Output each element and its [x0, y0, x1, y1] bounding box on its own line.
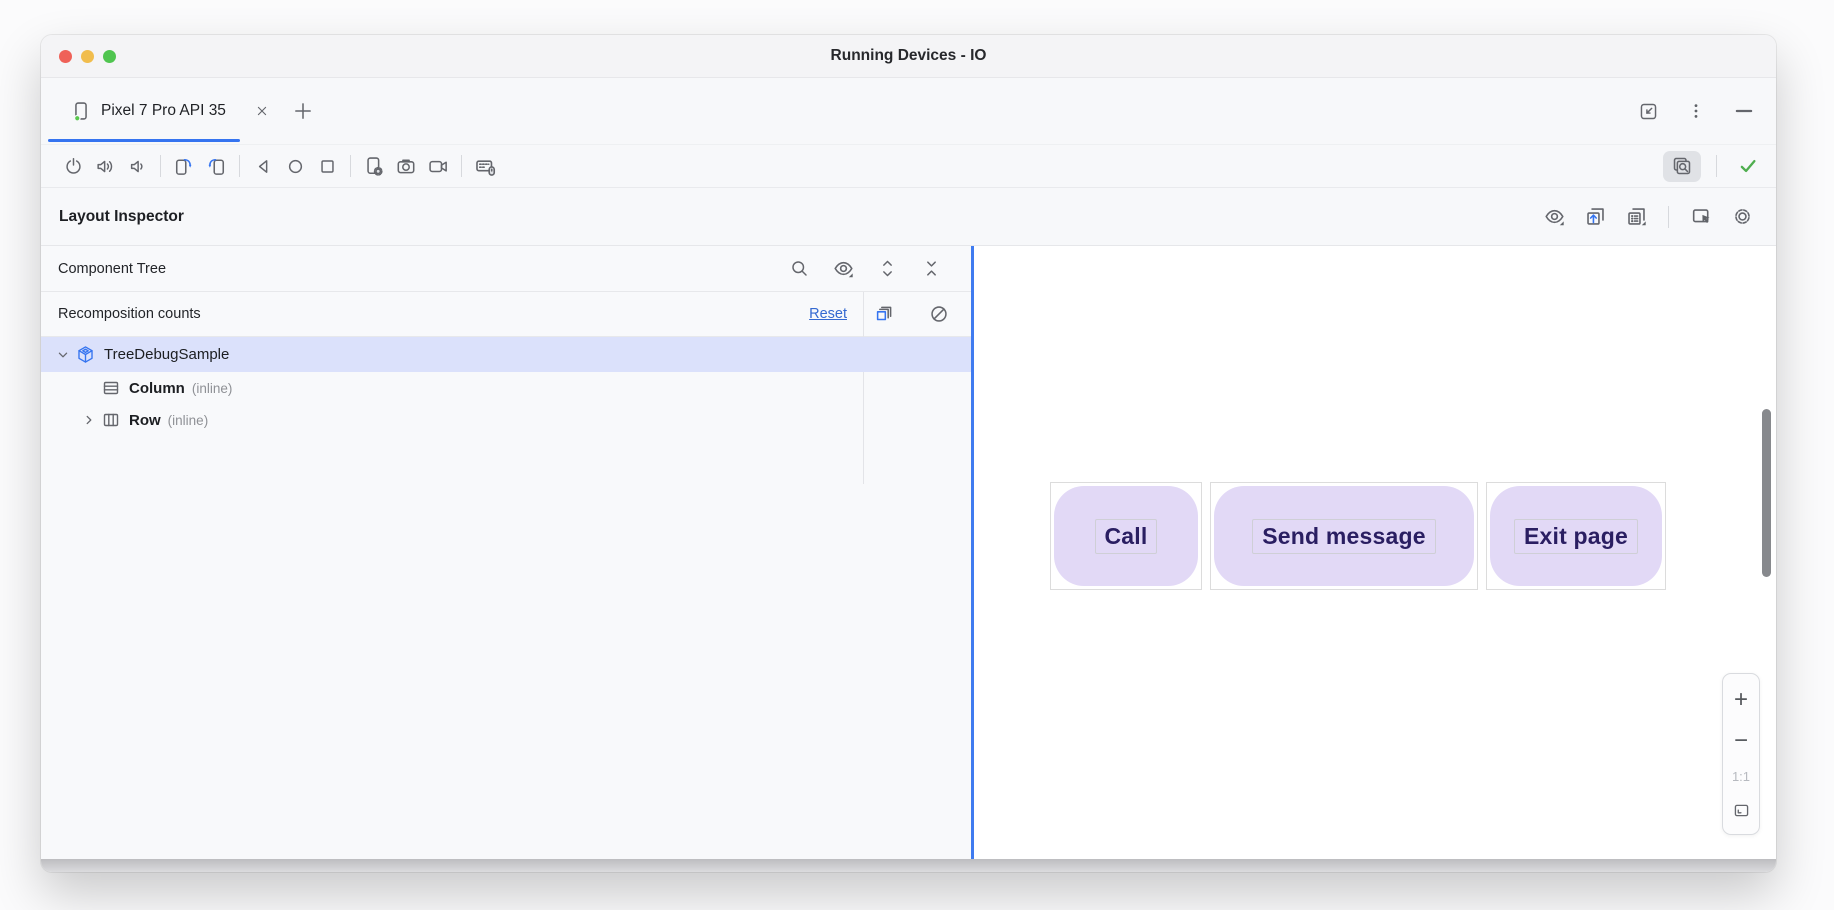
device-screen-panel: Call Send message Exit page — [974, 246, 1776, 859]
record-screen-icon[interactable] — [422, 151, 454, 181]
chevron-down-icon[interactable] — [53, 346, 73, 364]
row-layout-icon — [101, 410, 121, 430]
title-bar: Running Devices - IO — [41, 35, 1776, 78]
close-window-button[interactable] — [59, 50, 72, 63]
volume-down-icon[interactable] — [121, 151, 153, 181]
layer-options-icon[interactable] — [1620, 202, 1652, 232]
add-tab-button[interactable] — [292, 100, 314, 122]
layout-inspector-title: Layout Inspector — [59, 208, 184, 226]
layout-bounds-box: Exit page — [1486, 482, 1666, 590]
volume-up-icon[interactable] — [89, 151, 121, 181]
tree-row-row[interactable]: Row (inline) — [41, 404, 971, 436]
export-snapshot-icon[interactable] — [1579, 202, 1611, 232]
tree-node-label: Row — [129, 412, 161, 429]
reset-counts-link[interactable]: Reset — [809, 306, 847, 322]
zoom-controls: + − 1:1 — [1722, 673, 1760, 835]
toolbar-separator — [1668, 206, 1669, 228]
exit-page-button-label: Exit page — [1514, 519, 1638, 554]
column-layout-icon — [101, 378, 121, 398]
layout-inspector-actions — [1538, 202, 1758, 232]
tab-label: Pixel 7 Pro API 35 — [101, 102, 226, 120]
close-tab-icon[interactable] — [254, 103, 270, 119]
call-button[interactable]: Call — [1054, 486, 1198, 586]
inspector-content: Component Tree — [41, 246, 1776, 859]
layout-bounds-box: Call — [1050, 482, 1202, 590]
toolbar-separator — [1716, 155, 1717, 177]
tab-pixel-7-pro[interactable]: Pixel 7 Pro API 35 — [48, 78, 240, 144]
screenshot-camera-icon[interactable] — [390, 151, 422, 181]
ready-check-icon — [1732, 151, 1764, 181]
settings-gear-icon[interactable] — [1726, 202, 1758, 232]
more-options-icon[interactable] — [1680, 96, 1712, 126]
layout-bounds-box: Send message — [1210, 482, 1478, 590]
tree-row-treedebugsample[interactable]: TreeDebugSample — [41, 337, 971, 372]
device-toolbar — [41, 145, 1776, 188]
running-devices-window: Running Devices - IO Pixel 7 Pro API 35 — [41, 35, 1776, 872]
tree-row-column[interactable]: Column (inline) — [41, 372, 971, 404]
home-icon[interactable] — [279, 151, 311, 181]
compose-node-icon — [75, 344, 96, 365]
back-icon[interactable] — [247, 151, 279, 181]
vertical-scrollbar-thumb[interactable] — [1762, 409, 1771, 577]
rotate-right-icon[interactable] — [200, 151, 232, 181]
rotate-left-icon[interactable] — [168, 151, 200, 181]
traffic-lights — [59, 50, 116, 63]
toolbar-separator — [461, 155, 462, 177]
window-title: Running Devices - IO — [41, 47, 1776, 65]
dock-window-icon[interactable] — [1632, 96, 1664, 126]
toolbar-separator — [239, 155, 240, 177]
expand-all-icon[interactable] — [871, 254, 903, 284]
device-phone-icon — [70, 100, 92, 122]
recomposition-counts-label: Recomposition counts — [58, 306, 201, 322]
zoom-actual-size-button[interactable]: 1:1 — [1732, 769, 1750, 784]
toolbar-separator — [160, 155, 161, 177]
tab-bar-actions — [1632, 96, 1760, 126]
desktop-background: Running Devices - IO Pixel 7 Pro API 35 — [0, 0, 1834, 910]
tree-node-suffix: (inline) — [168, 413, 209, 428]
visibility-filter-icon[interactable] — [827, 254, 859, 284]
zoom-in-button[interactable]: + — [1734, 688, 1748, 712]
device-button-row: Call Send message Exit page — [1050, 482, 1666, 590]
hide-panel-icon[interactable] — [1728, 96, 1760, 126]
component-tree-header: Component Tree — [41, 246, 971, 292]
view-options-icon[interactable] — [1538, 202, 1570, 232]
active-tab-indicator — [48, 139, 240, 142]
component-tree-label: Component Tree — [58, 261, 166, 277]
tree-node-label: TreeDebugSample — [104, 346, 229, 363]
collapse-all-icon[interactable] — [915, 254, 947, 284]
component-tree-panel: Component Tree — [41, 246, 971, 859]
zoom-out-button[interactable]: − — [1734, 729, 1748, 753]
call-button-label: Call — [1095, 519, 1158, 554]
zoom-fit-icon[interactable] — [1732, 801, 1751, 820]
tree-node-suffix: (inline) — [192, 381, 233, 396]
minimize-window-button[interactable] — [81, 50, 94, 63]
chevron-right-icon[interactable] — [79, 411, 99, 429]
zoom-window-button[interactable] — [103, 50, 116, 63]
layout-inspector-header: Layout Inspector — [41, 188, 1776, 246]
send-message-button[interactable]: Send message — [1214, 486, 1474, 586]
toolbar-separator — [350, 155, 351, 177]
tab-bar: Pixel 7 Pro API 35 — [41, 78, 1776, 145]
window-bottom-edge — [41, 859, 1776, 872]
select-component-icon[interactable] — [1685, 202, 1717, 232]
device-settings-icon[interactable] — [358, 151, 390, 181]
highlight-recompositions-icon[interactable] — [868, 299, 900, 329]
power-icon[interactable] — [57, 151, 89, 181]
overview-icon[interactable] — [311, 151, 343, 181]
clear-counts-icon[interactable] — [923, 299, 955, 329]
recomposition-tools — [868, 299, 955, 329]
search-icon[interactable] — [783, 254, 815, 284]
tree-node-label: Column — [129, 380, 185, 397]
component-tree-tools — [783, 254, 947, 284]
exit-page-button[interactable]: Exit page — [1490, 486, 1662, 586]
send-message-button-label: Send message — [1252, 519, 1435, 554]
toolbar-right-actions — [1663, 151, 1764, 182]
layout-inspector-toggle-button[interactable] — [1663, 151, 1701, 182]
hardware-input-icon[interactable] — [469, 151, 501, 181]
component-tree: TreeDebugSample Column (inline) — [41, 337, 971, 436]
recomposition-counts-bar: Recomposition counts Reset — [41, 292, 971, 337]
